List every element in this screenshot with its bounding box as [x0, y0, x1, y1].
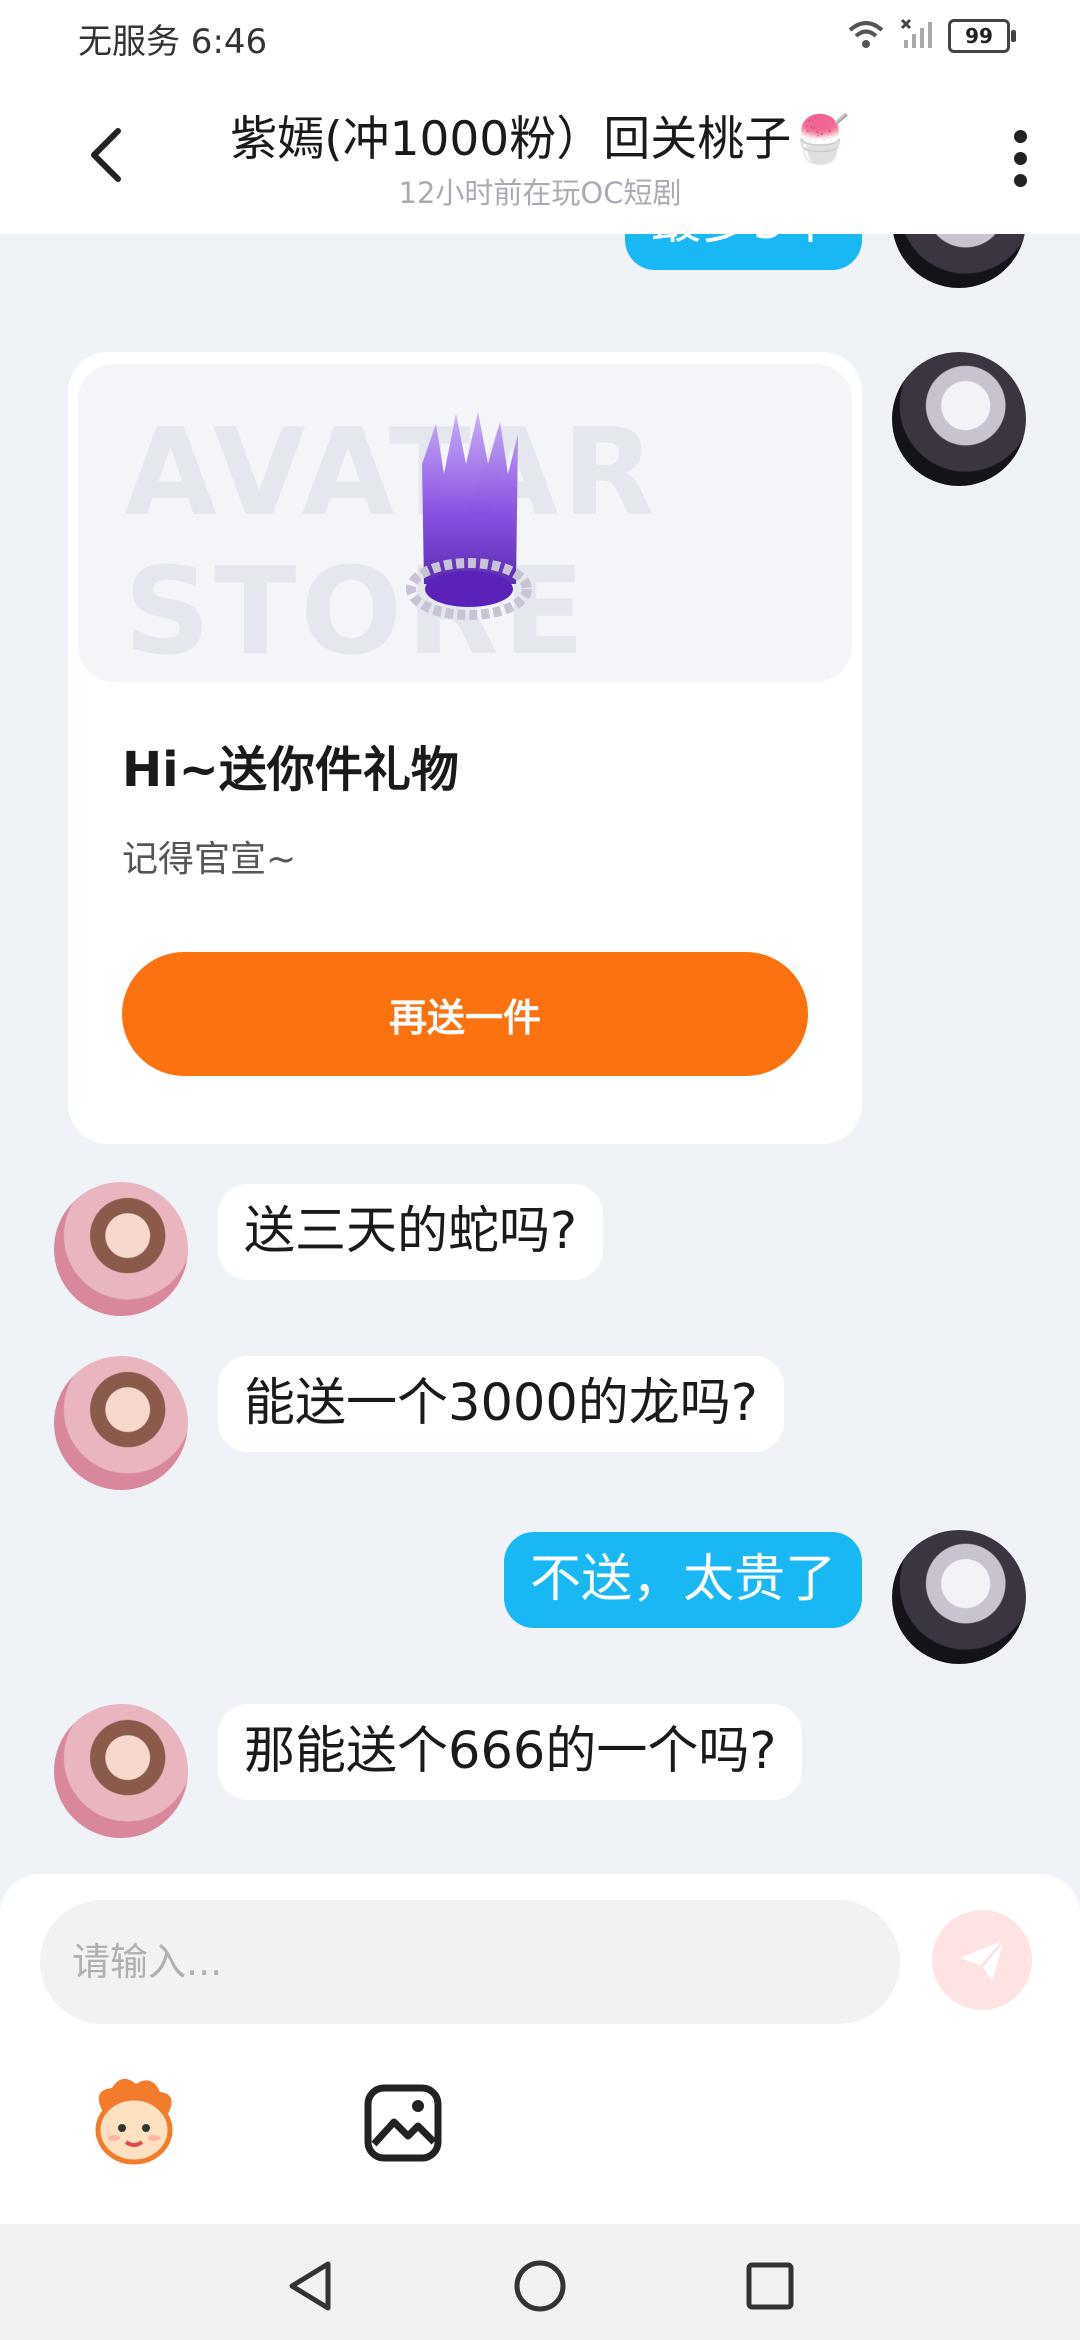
emoji-sticker-button[interactable]	[82, 2070, 186, 2174]
send-another-gift-button[interactable]: 再送一件	[122, 952, 808, 1076]
chevron-left-icon	[91, 128, 121, 182]
emoji-sticker-icon	[95, 2078, 173, 2165]
message-bubble-self[interactable]: 不送，太贵了	[503, 1532, 862, 1628]
nav-recents-button[interactable]	[740, 2256, 800, 2316]
gift-subtitle: 记得官宣~	[122, 839, 297, 880]
status-time: 无服务 6:46	[78, 22, 268, 62]
more-dot-icon	[1013, 129, 1027, 143]
square-recents-icon	[746, 2262, 794, 2310]
gift-card[interactable]: AVATAR STORE Hi~送你件礼物 记得官宣~ 再送一件	[68, 352, 862, 1144]
avatar[interactable]	[54, 1182, 188, 1316]
avatar[interactable]	[892, 234, 1026, 288]
avatar[interactable]	[892, 352, 1026, 486]
wifi-icon	[846, 18, 886, 54]
gift-title: Hi~送你件礼物	[122, 742, 459, 798]
message-bubble-other[interactable]: 那能送个666的一个吗?	[218, 1704, 803, 1800]
message-bubble-self[interactable]: 最多5个	[624, 234, 862, 270]
message-bubble-other[interactable]: 送三天的蛇吗?	[218, 1184, 604, 1280]
chat-header: 紫嫣(冲1000粉）回关桃子🍧 12小时前在玩OC短剧	[0, 76, 1080, 234]
circle-home-icon	[514, 2260, 566, 2312]
battery-icon: 99	[948, 19, 1016, 53]
message-row-clipped: 最多5个	[0, 234, 1080, 352]
triangle-back-icon	[289, 2261, 331, 2311]
image-picker-button[interactable]	[362, 2082, 444, 2164]
more-dot-icon	[1013, 173, 1027, 187]
send-icon	[960, 1939, 1006, 1982]
input-panel	[0, 1874, 1080, 2224]
system-nav-bar	[0, 2224, 1080, 2340]
chat-title: 紫嫣(冲1000粉）回关桃子🍧	[230, 112, 850, 167]
more-dot-icon	[1013, 151, 1027, 165]
gift-crown-icon	[406, 412, 532, 620]
back-button[interactable]	[76, 120, 136, 190]
nav-back-button[interactable]	[280, 2256, 340, 2316]
avatar[interactable]	[54, 1704, 188, 1838]
message-bubble-other[interactable]: 能送一个3000的龙吗?	[218, 1356, 784, 1452]
send-button[interactable]	[932, 1910, 1032, 2010]
status-bar: 无服务 6:46 99	[0, 0, 1080, 76]
image-icon	[364, 2084, 442, 2162]
message-input[interactable]	[40, 1900, 900, 2024]
chat-subtitle: 12小时前在玩OC短剧	[398, 176, 682, 210]
avatar[interactable]	[54, 1356, 188, 1490]
avatar[interactable]	[892, 1530, 1026, 1664]
no-signal-icon	[900, 18, 934, 54]
more-options-button[interactable]	[1000, 118, 1040, 198]
nav-home-button[interactable]	[510, 2256, 570, 2316]
status-icons: 99	[846, 16, 1016, 56]
gift-image: AVATAR STORE	[78, 364, 852, 682]
